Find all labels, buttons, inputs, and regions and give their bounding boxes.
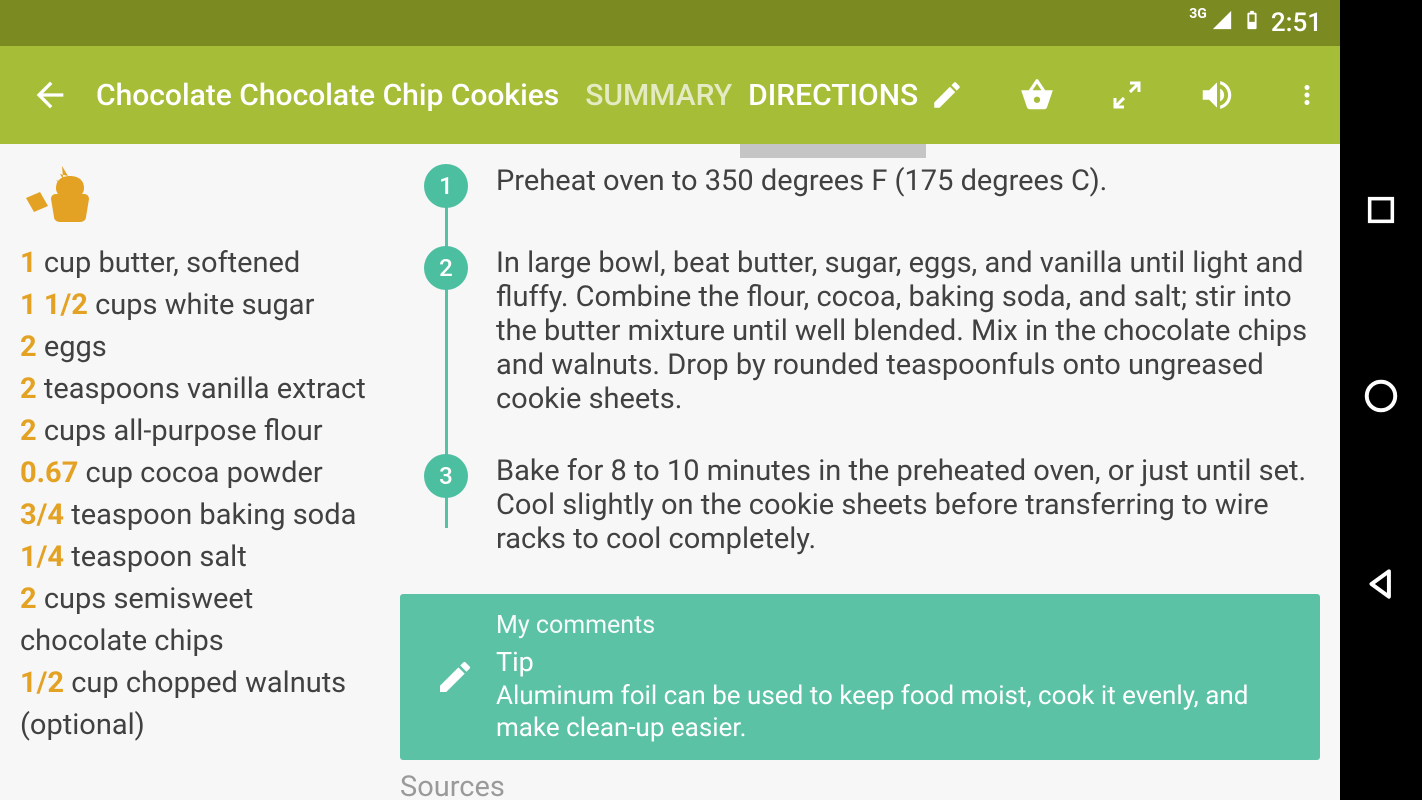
steps-list: 1 Preheat oven to 350 degrees F (175 degr… [400, 164, 1320, 556]
ingredient-item[interactable]: 1/2 cup chopped walnuts (optional) [20, 662, 380, 746]
basket-icon[interactable] [1016, 74, 1058, 116]
ingredient-item[interactable]: 2 cups all-purpose flour [20, 410, 380, 452]
ingredient-item[interactable]: 1 cup butter, softened [20, 242, 380, 284]
overflow-menu-icon[interactable] [1286, 74, 1328, 116]
step-item[interactable]: 3 Bake for 8 to 10 minutes in the preheat… [400, 454, 1320, 556]
fullscreen-icon[interactable] [1106, 74, 1148, 116]
ingredient-text: teaspoons vanilla extract [37, 372, 366, 406]
ingredient-text: cups white sugar [88, 288, 315, 322]
nav-recent-icon[interactable] [1364, 193, 1398, 231]
recipe-title: Chocolate Chocolate Chip Cookies [96, 78, 559, 113]
ingredients-icon [20, 164, 98, 224]
step-number: 1 [424, 164, 468, 208]
ingredient-qty: 2 [20, 414, 37, 448]
ingredient-item[interactable]: 2 eggs [20, 326, 380, 368]
ingredients-list: 1 cup butter, softened1 1/2 cups white s… [20, 242, 380, 746]
ingredient-qty: 2 [20, 372, 37, 406]
ingredient-text: cups all-purpose flour [37, 414, 323, 448]
step-text: In large bowl, beat butter, sugar, eggs,… [496, 246, 1320, 416]
directions-panel: 1 Preheat oven to 350 degrees F (175 degr… [400, 144, 1340, 800]
app-bar: Chocolate Chocolate Chip Cookies SUMMARY… [0, 46, 1340, 144]
ingredient-item[interactable]: 2 teaspoons vanilla extract [20, 368, 380, 410]
content-area: 1 cup butter, softened1 1/2 cups white s… [0, 144, 1340, 800]
comments-heading: My comments [496, 610, 1300, 642]
ingredient-text: cups semisweet chocolate chips [20, 582, 253, 658]
ingredient-qty: 1 1/2 [20, 288, 88, 322]
clock-time: 2:51 [1271, 8, 1322, 38]
ingredient-text: cup butter, softened [37, 246, 301, 280]
network-indicator: 3G [1189, 6, 1207, 22]
comments-subtitle: Tip [496, 646, 1300, 678]
comments-body: Aluminum foil can be used to keep food m… [496, 680, 1300, 744]
ingredient-text: cup cocoa powder [78, 456, 322, 490]
comments-content: My comments Tip Aluminum foil can be use… [496, 610, 1300, 744]
step-text: Preheat oven to 350 degrees F (175 degre… [496, 164, 1107, 208]
ingredient-item[interactable]: 0.67 cup cocoa powder [20, 452, 380, 494]
volume-icon[interactable] [1196, 74, 1238, 116]
status-bar: 3G 2:51 [0, 0, 1340, 46]
nav-back-icon[interactable] [1362, 565, 1400, 607]
ingredient-text: teaspoon baking soda [64, 498, 356, 532]
ingredients-panel: 1 cup butter, softened1 1/2 cups white s… [0, 144, 400, 800]
ingredient-item[interactable]: 1 1/2 cups white sugar [20, 284, 380, 326]
ingredient-text: cup chopped walnuts (optional) [20, 666, 346, 742]
ingredient-qty: 0.67 [20, 456, 78, 490]
ingredient-text: teaspoon salt [64, 540, 247, 574]
back-button[interactable] [30, 65, 70, 125]
ingredient-item[interactable]: 2 cups semisweet chocolate chips [20, 578, 380, 662]
tab-bar: SUMMARY DIRECTIONS [577, 46, 926, 144]
ingredient-item[interactable]: 1/4 teaspoon salt [20, 536, 380, 578]
step-number: 3 [424, 454, 468, 498]
step-item[interactable]: 2 In large bowl, beat butter, sugar, eggs… [400, 246, 1320, 416]
step-number: 2 [424, 246, 468, 290]
ingredient-qty: 2 [20, 330, 37, 364]
ingredient-text: eggs [37, 330, 107, 364]
comments-box[interactable]: My comments Tip Aluminum foil can be use… [400, 594, 1320, 760]
step-text: Bake for 8 to 10 minutes in the preheate… [496, 454, 1320, 556]
ingredient-qty: 3/4 [20, 498, 64, 532]
step-item[interactable]: 1 Preheat oven to 350 degrees F (175 degr… [400, 164, 1320, 208]
android-nav-bar [1340, 0, 1422, 800]
tab-summary[interactable]: SUMMARY [577, 46, 740, 144]
ingredient-qty: 1 [20, 246, 37, 280]
pencil-icon [430, 652, 480, 702]
nav-home-icon[interactable] [1362, 377, 1400, 419]
ingredient-qty: 2 [20, 582, 37, 616]
tab-directions[interactable]: DIRECTIONS [740, 46, 926, 144]
signal-icon [1211, 8, 1233, 38]
battery-icon [1241, 8, 1263, 38]
edit-icon[interactable] [926, 74, 968, 116]
ingredient-item[interactable]: 3/4 teaspoon baking soda [20, 494, 380, 536]
ingredient-qty: 1/2 [20, 666, 64, 700]
sources-label[interactable]: Sources [400, 770, 1320, 800]
ingredient-qty: 1/4 [20, 540, 64, 574]
